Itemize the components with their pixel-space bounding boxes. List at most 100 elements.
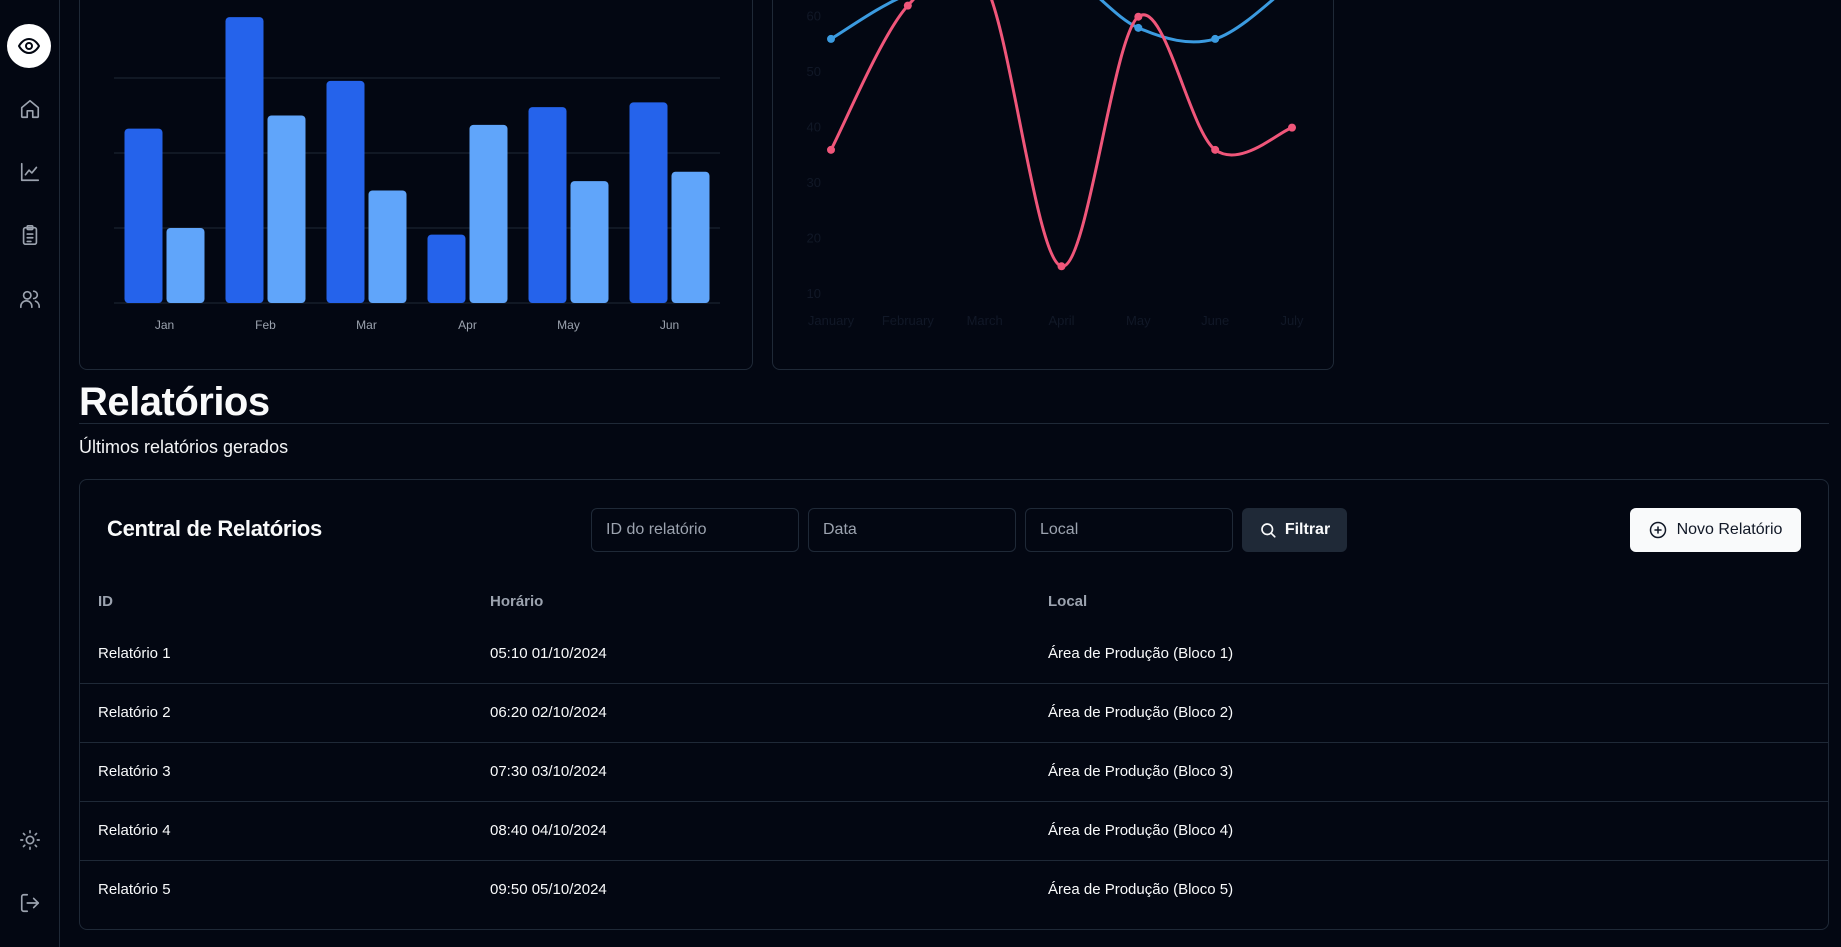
x-tick-label: July bbox=[1280, 313, 1304, 328]
cell-time: 09:50 05/10/2024 bbox=[490, 881, 607, 899]
y-tick-label: 20 bbox=[807, 231, 821, 246]
home-icon bbox=[20, 99, 40, 119]
x-tick-label: Jan bbox=[155, 318, 174, 332]
logout-button[interactable] bbox=[10, 883, 50, 923]
bar-jun-series-1[interactable] bbox=[629, 102, 668, 303]
new-report-button-label: Novo Relatório bbox=[1676, 521, 1783, 538]
x-tick-label: June bbox=[1201, 313, 1229, 328]
filter-button[interactable]: Filtrar bbox=[1242, 508, 1347, 552]
x-tick-label: May bbox=[1126, 313, 1151, 328]
bar-feb-series-1[interactable] bbox=[225, 17, 264, 303]
plus-circle-icon bbox=[1649, 521, 1666, 539]
x-tick-label: Feb bbox=[255, 318, 276, 332]
y-tick-label: 10 bbox=[807, 286, 821, 301]
bar-apr-series-1[interactable] bbox=[427, 234, 466, 303]
cell-time: 06:20 02/10/2024 bbox=[472, 683, 1030, 743]
filter-button-label: Filtrar bbox=[1284, 521, 1331, 538]
bar-mar-series-2[interactable] bbox=[368, 190, 407, 304]
line-chart: 10 20 30 40 50 60 January February March April May… bbox=[807, 0, 1304, 328]
x-tick-label: Mar bbox=[356, 318, 377, 332]
column-header-id[interactable]: ID bbox=[80, 579, 472, 624]
y-tick-label: 40 bbox=[807, 120, 821, 135]
sidebar-item-charts[interactable] bbox=[10, 152, 50, 192]
bar-apr-series-2[interactable] bbox=[469, 124, 508, 303]
table-row[interactable]: Relatório 4 08:40 04/10/2024 Área de Pro… bbox=[80, 801, 1828, 861]
bar-chart: Jan Feb Mar Apr May Jun bbox=[114, 17, 720, 332]
table-row[interactable]: Relatório 3 07:30 03/10/2024 Área de Pro… bbox=[80, 742, 1828, 802]
section-divider bbox=[79, 423, 1829, 424]
reports-card-title: Central de Relatórios bbox=[107, 516, 322, 541]
chart-icon bbox=[20, 162, 40, 182]
cell-id: Relatório 1 bbox=[80, 624, 472, 684]
table-row[interactable]: Relatório 2 06:20 02/10/2024 Área de Pro… bbox=[80, 683, 1828, 743]
table-header-row: ID Horário Local bbox=[80, 579, 1828, 624]
users-icon bbox=[20, 290, 40, 309]
column-header-time[interactable]: Horário bbox=[472, 579, 1030, 624]
table-row[interactable]: Relatório 1 05:10 01/10/2024 Área de Pro… bbox=[80, 624, 1828, 684]
search-icon bbox=[1261, 523, 1276, 538]
x-tick-label: Jun bbox=[660, 318, 679, 332]
sidebar-item-overview[interactable] bbox=[7, 24, 51, 68]
cell-id: Relatório 2 bbox=[80, 683, 472, 743]
data-point-series-2[interactable] bbox=[903, 1, 912, 10]
cell-local: Área de Produção (Bloco 3) bbox=[1030, 742, 1828, 802]
sidebar bbox=[0, 0, 60, 947]
report-id-filter-input[interactable] bbox=[591, 508, 799, 552]
y-tick-label: 60 bbox=[807, 9, 821, 24]
bar-feb-series-2[interactable] bbox=[267, 115, 306, 304]
new-report-button[interactable]: Novo Relatório bbox=[1630, 508, 1801, 552]
data-point-series-2[interactable] bbox=[1134, 12, 1143, 21]
data-point-series-1[interactable] bbox=[1211, 34, 1220, 43]
bar-jun-series-2[interactable] bbox=[671, 171, 710, 303]
data-point-series-2[interactable] bbox=[827, 145, 835, 154]
cell-local: Área de Produção (Bloco 5) bbox=[1048, 881, 1234, 899]
data-point-series-2[interactable] bbox=[1057, 262, 1066, 271]
table-row[interactable]: Relatório 5 09:50 05/10/2024 Área de Pro… bbox=[80, 860, 1828, 919]
cell-time: 08:40 04/10/2024 bbox=[472, 801, 1030, 861]
cell-id: Relatório 5 bbox=[98, 881, 171, 899]
x-tick-label: April bbox=[1048, 313, 1074, 328]
x-tick-label: May bbox=[557, 318, 580, 332]
bar-jan-series-1[interactable] bbox=[124, 128, 163, 303]
sidebar-item-home[interactable] bbox=[10, 89, 50, 129]
theme-toggle-button[interactable] bbox=[10, 820, 50, 860]
cell-time: 05:10 01/10/2024 bbox=[472, 624, 1030, 684]
data-point-series-2[interactable] bbox=[1211, 145, 1220, 154]
data-point-series-1[interactable] bbox=[1134, 23, 1143, 32]
data-point-series-1[interactable] bbox=[827, 34, 835, 43]
sidebar-item-users[interactable] bbox=[10, 279, 50, 319]
y-tick-label: 30 bbox=[807, 175, 821, 190]
line-chart-card: 10 20 30 40 50 60 January February March April May… bbox=[772, 0, 1334, 370]
eye-icon bbox=[18, 38, 40, 54]
x-tick-label: January bbox=[808, 313, 855, 328]
cell-id: Relatório 4 bbox=[80, 801, 472, 861]
sun-moon-icon bbox=[20, 830, 40, 850]
bar-jan-series-2[interactable] bbox=[166, 228, 205, 303]
local-filter-input[interactable] bbox=[1025, 508, 1233, 552]
cell-time: 07:30 03/10/2024 bbox=[472, 742, 1030, 802]
y-tick-label: 50 bbox=[807, 64, 821, 79]
x-tick-label: Apr bbox=[458, 318, 477, 332]
page-subtitle: Últimos relatórios gerados bbox=[79, 437, 289, 457]
series-line-2[interactable] bbox=[829, 0, 1294, 268]
cell-local: Área de Produção (Bloco 4) bbox=[1030, 801, 1828, 861]
x-tick-label: February bbox=[882, 313, 935, 328]
cell-local: Área de Produção (Bloco 2) bbox=[1030, 683, 1828, 743]
bar-may-series-2[interactable] bbox=[570, 181, 609, 303]
x-tick-label: March bbox=[967, 313, 1003, 328]
page-title: Relatórios bbox=[79, 380, 270, 424]
data-point-series-2[interactable] bbox=[1288, 123, 1296, 132]
cell-local: Área de Produção (Bloco 1) bbox=[1030, 624, 1828, 684]
series-line-1[interactable] bbox=[829, 0, 1292, 44]
column-header-local[interactable]: Local bbox=[1030, 579, 1828, 624]
reports-table: ID Horário Local Relatório 1 05:10 01/10… bbox=[80, 579, 1828, 919]
clipboard-list-icon bbox=[22, 225, 38, 245]
logout-icon bbox=[20, 893, 40, 913]
cell-id: Relatório 3 bbox=[80, 742, 472, 802]
bar-chart-card: Jan Feb Mar Apr May Jun bbox=[79, 0, 753, 370]
bar-mar-series-1[interactable] bbox=[326, 80, 365, 303]
date-filter-input[interactable] bbox=[808, 508, 1016, 552]
bar-may-series-1[interactable] bbox=[528, 107, 567, 303]
sidebar-item-reports[interactable] bbox=[10, 215, 50, 255]
reports-card: Central de Relatórios Filtrar Novo Relat… bbox=[79, 479, 1829, 930]
